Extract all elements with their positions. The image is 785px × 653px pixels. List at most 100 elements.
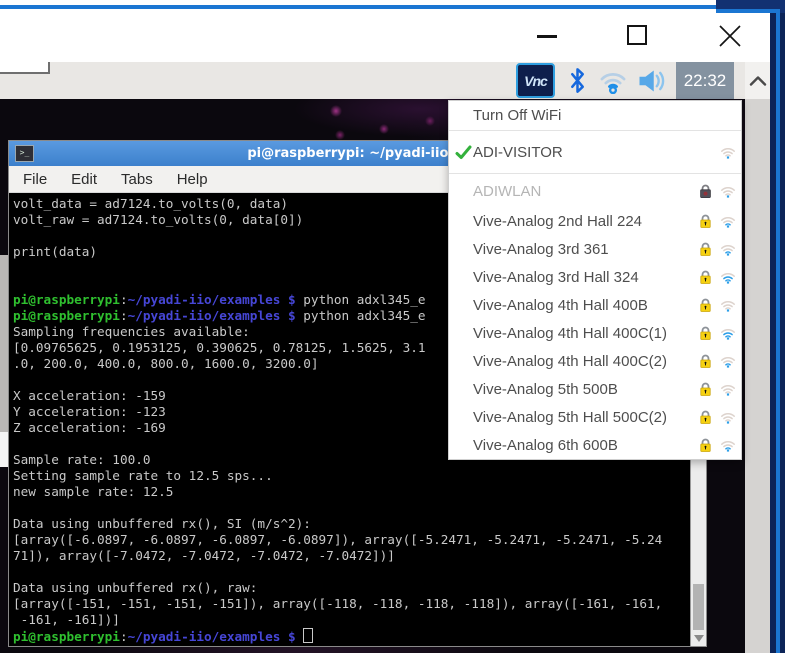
enterprise-lock-icon bbox=[696, 183, 714, 199]
terminal-text-segment: ~/pyadi-iio/examples bbox=[128, 292, 281, 307]
terminal-text-segment: pi@raspberrypi bbox=[13, 629, 120, 644]
viewer-scrollbar[interactable] bbox=[745, 99, 770, 653]
wifi-signal-icon bbox=[719, 145, 736, 159]
minimize-icon[interactable] bbox=[537, 35, 557, 38]
wifi-network-label: ADIWLAN bbox=[473, 183, 696, 200]
terminal-line: 71]), array([-7.0472, -7.0472, -7.0472, … bbox=[13, 548, 690, 564]
terminal-text-segment: print(data) bbox=[13, 244, 97, 259]
wifi-network-label: Vive-Analog 2nd Hall 224 bbox=[473, 213, 696, 230]
close-icon[interactable] bbox=[717, 23, 743, 54]
terminal-icon: >_ bbox=[15, 145, 34, 162]
wifi-network-item[interactable]: Vive-Analog 5th Hall 500C(2) bbox=[449, 403, 741, 431]
terminal-text-segment: [array([-6.0897, -6.0897, -6.0897, -6.08… bbox=[13, 532, 662, 547]
terminal-text-segment: [0.09765625, 0.1953125, 0.390625, 0.7812… bbox=[13, 340, 425, 355]
terminal-menu-file[interactable]: File bbox=[23, 171, 47, 188]
wifi-network-label: Vive-Analog 6th 600B bbox=[473, 437, 696, 454]
wifi-network-label: Vive-Analog 5th 500B bbox=[473, 381, 696, 398]
terminal-text-segment bbox=[280, 308, 288, 323]
volume-icon[interactable] bbox=[638, 68, 668, 94]
chevron-up-icon[interactable] bbox=[745, 62, 770, 99]
wifi-network-label: Vive-Analog 5th Hall 500C(2) bbox=[473, 409, 696, 426]
wifi-signal-icon bbox=[719, 326, 736, 340]
wifi-network-label: Turn Off WiFi bbox=[473, 107, 696, 124]
wifi-network-item[interactable]: Vive-Analog 6th 600B bbox=[449, 431, 741, 459]
terminal-line: new sample rate: 12.5 bbox=[13, 484, 690, 500]
wifi-network-item[interactable]: Vive-Analog 3rd Hall 324 bbox=[449, 263, 741, 291]
wifi-signal-icon bbox=[719, 298, 736, 312]
lock-icon bbox=[696, 269, 714, 285]
wifi-network-item[interactable]: Vive-Analog 5th 500B bbox=[449, 375, 741, 403]
wifi-network-item[interactable]: Vive-Analog 4th Hall 400C(1) bbox=[449, 319, 741, 347]
lock-icon bbox=[696, 437, 714, 453]
terminal-text-segment bbox=[280, 629, 288, 644]
lock-icon bbox=[696, 353, 714, 369]
terminal-line: Data using unbuffered rx(), SI (m/s^2): bbox=[13, 516, 690, 532]
wifi-signal-icon bbox=[719, 184, 736, 198]
bluetooth-icon[interactable] bbox=[567, 66, 588, 95]
wifi-signal-icon bbox=[719, 438, 736, 452]
terminal-text-segment: Sample rate: 100.0 bbox=[13, 452, 151, 467]
terminal-text-segment: python adxl345_e bbox=[296, 308, 426, 323]
terminal-line: [array([-151, -151, -151, -151]), array(… bbox=[13, 596, 690, 612]
wifi-network-item[interactable]: Vive-Analog 3rd 361 bbox=[449, 235, 741, 263]
wifi-network-label: Vive-Analog 3rd 361 bbox=[473, 241, 696, 258]
terminal-text-segment: -161, -161])] bbox=[13, 612, 120, 627]
wifi-network-label: Vive-Analog 4th Hall 400B bbox=[473, 297, 696, 314]
vnc-logo-letters: Vnc bbox=[524, 73, 547, 89]
wifi-network-item[interactable]: ADI-VISITOR bbox=[449, 132, 741, 172]
taskbar: Vnc 22:32 bbox=[0, 62, 745, 99]
terminal-line bbox=[13, 500, 690, 516]
vnc-icon[interactable]: Vnc bbox=[516, 63, 555, 98]
terminal-line bbox=[13, 564, 690, 580]
wifi-signal-icon bbox=[719, 270, 736, 284]
wifi-network-item[interactable]: Vive-Analog 4th Hall 400B bbox=[449, 291, 741, 319]
connected-check-icon bbox=[453, 145, 473, 160]
wifi-signal-icon bbox=[719, 242, 736, 256]
menu-item-turn-off-wifi[interactable]: Turn Off WiFi bbox=[449, 101, 741, 129]
terminal-text-segment: 71]), array([-7.0472, -7.0472, -7.0472, … bbox=[13, 548, 395, 563]
terminal-text-segment: $ bbox=[288, 629, 296, 644]
background-window-fragment bbox=[0, 62, 50, 74]
scroll-down-arrow-icon[interactable] bbox=[694, 635, 704, 642]
terminal-menu-help[interactable]: Help bbox=[177, 171, 208, 188]
terminal-line: -161, -161])] bbox=[13, 612, 690, 628]
wifi-network-item[interactable]: ADIWLAN bbox=[449, 175, 741, 207]
terminal-text-segment: ~/pyadi-iio/examples bbox=[128, 629, 281, 644]
lock-icon bbox=[696, 213, 714, 229]
background-window-edge-strip bbox=[0, 432, 8, 467]
wifi-network-item[interactable]: Vive-Analog 4th Hall 400C(2) bbox=[449, 347, 741, 375]
terminal-text-segment: : bbox=[120, 308, 128, 323]
wifi-dropdown-menu: Turn Off WiFi ADI-VISITOR ADIWLAN Vive-Anal… bbox=[448, 100, 742, 460]
terminal-text-segment: python adxl345_e bbox=[296, 292, 426, 307]
wifi-icon[interactable] bbox=[598, 68, 628, 94]
wifi-network-item[interactable]: Vive-Analog 2nd Hall 224 bbox=[449, 207, 741, 235]
terminal-text-segment: Sampling frequencies available: bbox=[13, 324, 250, 339]
terminal-text-segment: Setting sample rate to 12.5 sps... bbox=[13, 468, 273, 483]
terminal-cursor bbox=[303, 628, 313, 643]
lock-icon bbox=[696, 381, 714, 397]
wifi-signal-icon bbox=[719, 410, 736, 424]
terminal-text-segment: [array([-151, -151, -151, -151]), array(… bbox=[13, 596, 662, 611]
clock[interactable]: 22:32 bbox=[676, 62, 734, 99]
terminal-text-segment: Data using unbuffered rx(), raw: bbox=[13, 580, 257, 595]
terminal-text-segment: Y acceleration: -123 bbox=[13, 404, 166, 419]
terminal-line: pi@raspberrypi:~/pyadi-iio/examples $ bbox=[13, 628, 690, 644]
terminal-menu-edit[interactable]: Edit bbox=[71, 171, 97, 188]
terminal-line: Data using unbuffered rx(), raw: bbox=[13, 580, 690, 596]
terminal-menu-tabs[interactable]: Tabs bbox=[121, 171, 153, 188]
menu-separator bbox=[449, 130, 741, 131]
lock-icon bbox=[696, 325, 714, 341]
wifi-network-label: Vive-Analog 4th Hall 400C(1) bbox=[473, 325, 696, 342]
vnc-window-top-border bbox=[0, 5, 716, 9]
terminal-scrollbar-thumb[interactable] bbox=[693, 584, 704, 630]
background-window-edge-strip bbox=[0, 255, 8, 432]
terminal-text-segment: ~/pyadi-iio/examples bbox=[128, 308, 281, 323]
maximize-icon[interactable] bbox=[627, 25, 647, 45]
terminal-text-segment: X acceleration: -159 bbox=[13, 388, 166, 403]
terminal-text-segment: Z acceleration: -169 bbox=[13, 420, 166, 435]
terminal-text-segment: pi@raspberrypi bbox=[13, 308, 120, 323]
terminal-text-segment: volt_data = ad7124.to_volts(0, data) bbox=[13, 196, 288, 211]
terminal-text-segment: : bbox=[120, 292, 128, 307]
menu-separator bbox=[449, 173, 741, 174]
wifi-network-label: Vive-Analog 3rd Hall 324 bbox=[473, 269, 696, 286]
